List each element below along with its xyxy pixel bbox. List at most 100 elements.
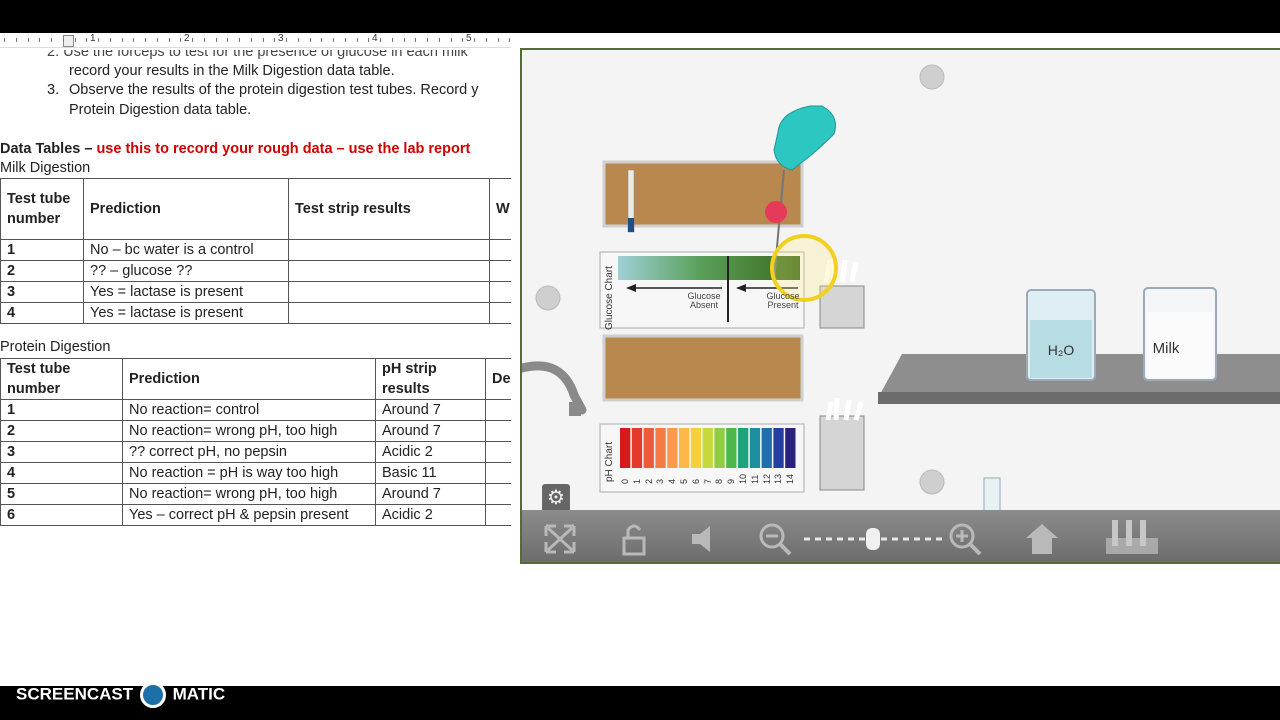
cell-num: 2 xyxy=(0,420,123,442)
ruler-tick xyxy=(15,38,17,42)
cell-result[interactable]: Basic 11 xyxy=(375,462,486,484)
cell-result[interactable]: Around 7 xyxy=(375,420,486,442)
ruler-tick xyxy=(227,38,229,42)
cell-prediction[interactable]: No reaction = pH is way too high xyxy=(122,462,376,484)
instruction-3-number: 3. xyxy=(47,82,60,98)
cell-result[interactable]: Around 7 xyxy=(375,399,486,421)
ph-color-bar xyxy=(749,428,761,468)
ruler-tick xyxy=(168,38,170,42)
ruler-indent-marker[interactable] xyxy=(63,35,74,47)
virtual-lab-simulation[interactable]: Glucose Chart Glucose Absent Glucose Pre… xyxy=(520,48,1280,564)
table-row[interactable]: 5 No reaction= wrong pH, too high Around 7 xyxy=(0,483,511,505)
ph-tick-label: 3 xyxy=(655,478,666,484)
ruler-tick xyxy=(391,38,393,42)
cell-prediction[interactable]: Yes – correct pH & pepsin present xyxy=(122,504,376,526)
fullscreen-icon[interactable] xyxy=(540,520,580,558)
home-icon[interactable] xyxy=(1022,520,1062,558)
zoom-out-icon[interactable] xyxy=(756,520,796,558)
cell-extra[interactable] xyxy=(485,483,511,505)
table-row[interactable]: 1 No – bc water is a control xyxy=(0,239,511,261)
cell-extra[interactable] xyxy=(485,462,511,484)
header-test-tube: Test tube number xyxy=(0,358,123,400)
cell-prediction[interactable]: No reaction= wrong pH, too high xyxy=(122,483,376,505)
cell-result[interactable]: Acidic 2 xyxy=(375,504,486,526)
table-row[interactable]: 1 No reaction= control Around 7 xyxy=(0,399,511,421)
cell-result[interactable]: Acidic 2 xyxy=(375,441,486,463)
sound-icon[interactable] xyxy=(684,520,724,558)
cell-prediction[interactable]: No – bc water is a control xyxy=(83,239,289,261)
instruction-3-cont: Protein Digestion data table. xyxy=(69,102,252,118)
table-row[interactable]: 3?? correct pH, no pepsin Acidic 2 xyxy=(0,441,511,463)
cell-num: 5 xyxy=(0,483,123,505)
table-row[interactable]: 2 No reaction= wrong pH, too high Around 7 xyxy=(0,420,511,442)
ruler-number: 2 xyxy=(184,33,190,44)
instruction-2-cont: record your results in the Milk Digestio… xyxy=(69,63,395,79)
ruler-tick xyxy=(415,38,417,42)
cell-extra[interactable] xyxy=(485,399,511,421)
cell-extra[interactable] xyxy=(489,239,511,261)
ruler: 1 2 3 4 5 xyxy=(0,33,511,48)
data-tables-note: use this to record your rough data – use… xyxy=(96,141,471,157)
ruler-tick xyxy=(438,38,440,42)
cell-extra[interactable] xyxy=(485,441,511,463)
ph-color-bar xyxy=(773,428,784,468)
cell-extra[interactable] xyxy=(485,504,511,526)
ruler-tick xyxy=(74,38,76,42)
cell-result[interactable] xyxy=(288,302,490,324)
ph-tick-label: 5 xyxy=(679,478,689,484)
data-tables-label: Data Tables – xyxy=(0,141,97,157)
glucose-strip-pad xyxy=(628,218,634,232)
ruler-tick xyxy=(239,38,240,42)
ph-color-bar xyxy=(738,428,749,468)
settings-gear-icon[interactable]: ⚙ xyxy=(542,484,570,512)
ruler-tick xyxy=(27,38,29,42)
cell-extra[interactable] xyxy=(489,260,511,282)
cell-extra[interactable] xyxy=(489,302,511,324)
protein-digestion-table: Test tube number Prediction pH strip res… xyxy=(0,358,511,526)
ruler-tick xyxy=(309,38,311,42)
ph-color-bar xyxy=(655,428,666,468)
cell-extra[interactable] xyxy=(485,420,511,442)
data-tables-heading: Data Tables – use this to record your ro… xyxy=(0,141,470,157)
instruction-3: Observe the results of the protein diges… xyxy=(69,82,479,98)
zoom-in-icon[interactable] xyxy=(946,520,986,558)
ruler-tick xyxy=(274,38,276,42)
glove-hand xyxy=(773,105,836,171)
table-row[interactable]: 6 Yes – correct pH & pepsin present Acidic… xyxy=(0,504,511,526)
unlock-icon[interactable] xyxy=(614,520,654,558)
cell-result[interactable] xyxy=(288,260,490,282)
cell-result[interactable]: Around 7 xyxy=(375,483,486,505)
faucet-nozzle xyxy=(569,402,581,416)
ph-strip-board xyxy=(602,334,804,402)
glucose-absent-label: Glucose Absent xyxy=(687,291,721,310)
cell-num: 3 xyxy=(0,441,123,463)
table-row[interactable]: 2?? – glucose ?? xyxy=(0,260,511,282)
table-row[interactable]: 4 No reaction = pH is way too high Basic 1… xyxy=(0,462,511,484)
ruler-tick xyxy=(474,38,475,42)
cell-prediction[interactable]: Yes = lactase is present xyxy=(83,281,289,303)
table-row[interactable]: 3 Yes = lactase is present xyxy=(0,281,511,303)
ruler-tick xyxy=(156,38,158,42)
ph-chart-title: pH Chart xyxy=(604,441,615,482)
cell-result[interactable] xyxy=(288,281,490,303)
cell-prediction[interactable]: No reaction= control xyxy=(122,399,376,421)
ruler-tick xyxy=(497,38,499,42)
header-ph-strip: pH strip results xyxy=(375,358,486,400)
zoom-slider[interactable] xyxy=(804,528,944,550)
ruler-tick xyxy=(286,38,287,42)
ruler-tick xyxy=(180,38,182,42)
cell-prediction[interactable]: ?? correct pH, no pepsin xyxy=(122,441,376,463)
header-test-strip: Test strip results xyxy=(288,178,490,240)
cell-prediction[interactable]: Yes = lactase is present xyxy=(83,302,289,324)
ph-color-bar xyxy=(679,428,690,468)
cell-prediction[interactable]: ?? – glucose ?? xyxy=(83,260,289,282)
ruler-tick xyxy=(250,38,252,42)
test-tube-rack-icon[interactable] xyxy=(1102,520,1162,558)
cell-extra[interactable] xyxy=(489,281,511,303)
ph-strip-holder xyxy=(819,415,865,491)
ruler-tick xyxy=(39,38,41,42)
cell-result[interactable] xyxy=(288,239,490,261)
ph-color-bar xyxy=(631,428,643,468)
table-row[interactable]: 4 Yes = lactase is present xyxy=(0,302,511,324)
cell-prediction[interactable]: No reaction= wrong pH, too high xyxy=(122,420,376,442)
